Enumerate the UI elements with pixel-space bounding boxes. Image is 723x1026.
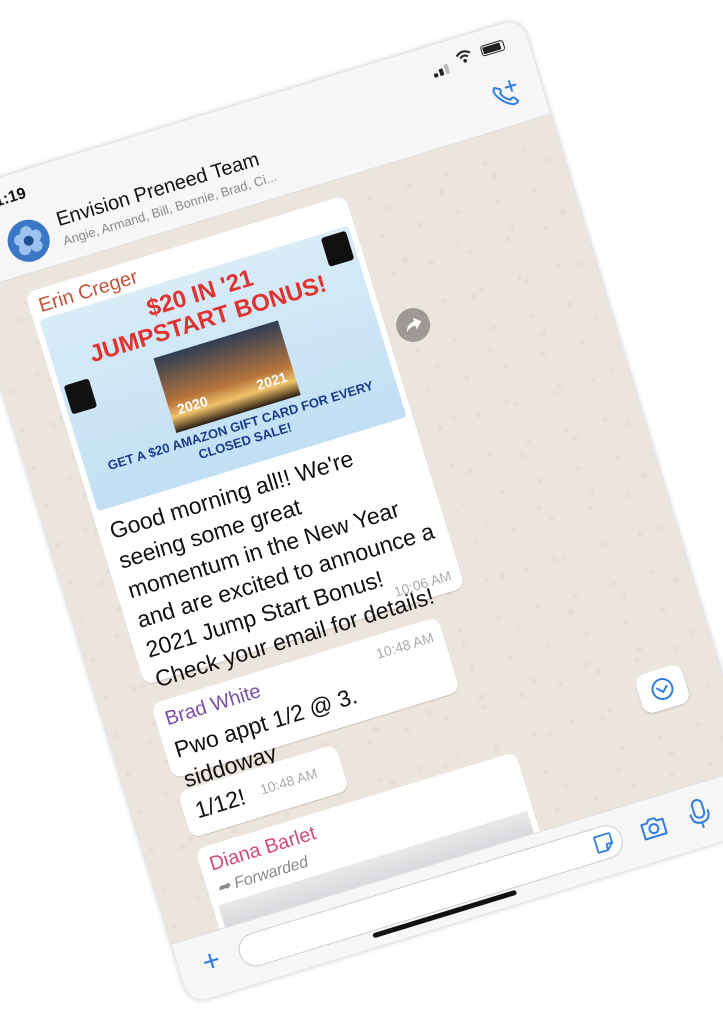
status-time: 11:19: [0, 184, 29, 213]
forwarded-arrow-icon: ➦: [215, 877, 233, 898]
group-avatar[interactable]: [2, 214, 55, 267]
message-text: 1/12!: [191, 783, 249, 824]
add-call-icon[interactable]: [487, 76, 524, 113]
message-time: 10:48 AM: [258, 765, 320, 798]
year-right-label: 2021: [254, 368, 289, 394]
wifi-icon: [455, 50, 471, 63]
back-button[interactable]: [0, 234, 4, 274]
camera-icon[interactable]: [635, 809, 672, 846]
battery-icon: [479, 39, 506, 57]
phone-screen: 11:19 Envision Preneed Team Angie, Arman…: [0, 18, 723, 1004]
microphone-icon[interactable]: [680, 793, 719, 834]
gift-card-icon: [63, 378, 98, 415]
plus-icon[interactable]: +: [193, 943, 230, 981]
year-left-label: 2020: [175, 392, 210, 418]
